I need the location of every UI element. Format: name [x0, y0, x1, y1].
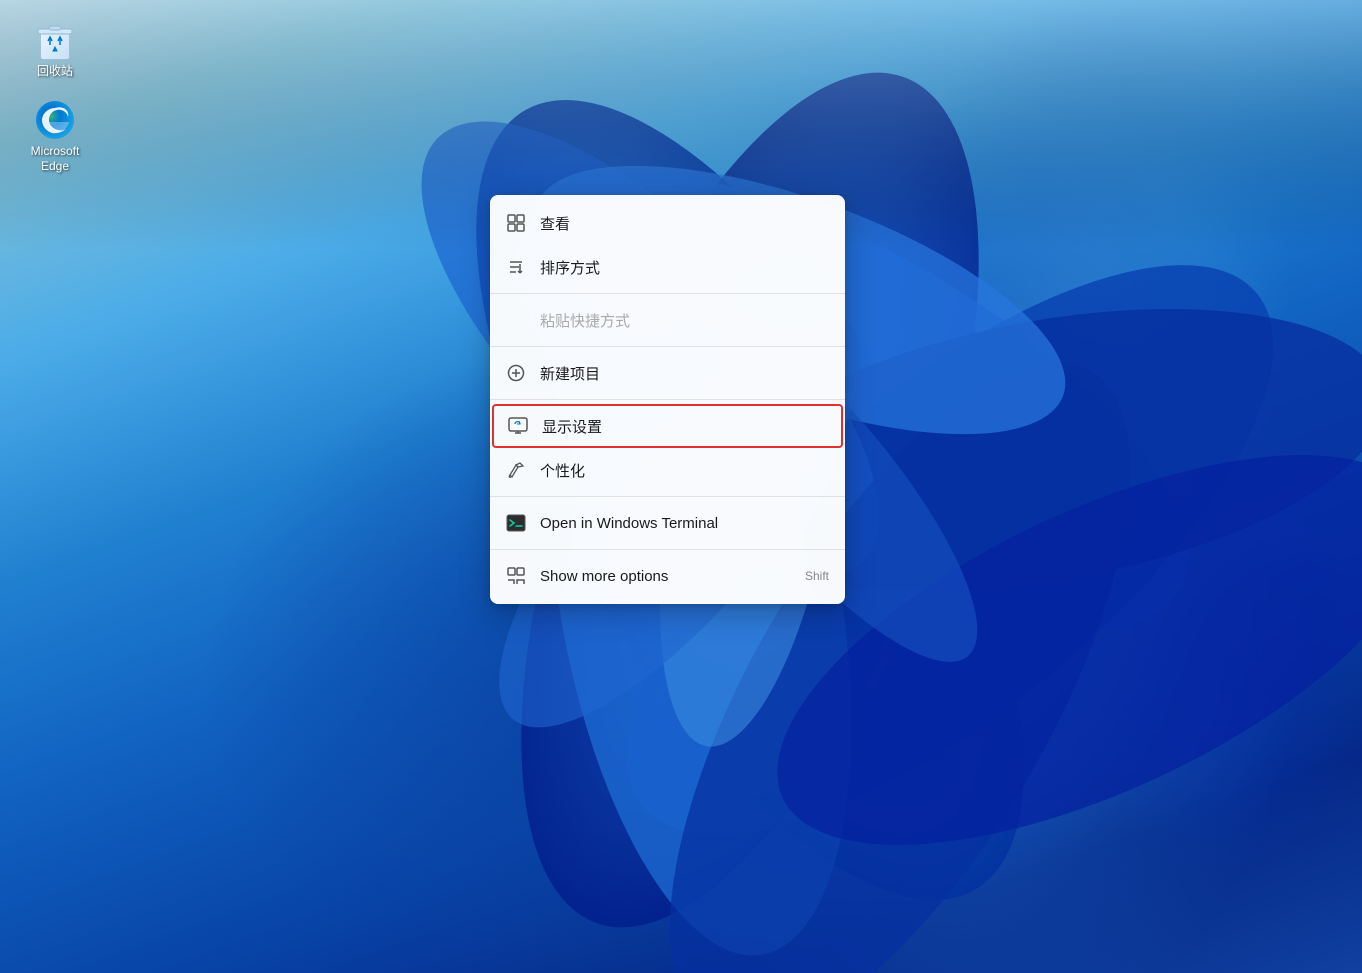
- edge-label: Microsoft Edge: [15, 144, 95, 175]
- paste-icon: [506, 310, 526, 330]
- menu-item-sort[interactable]: 排序方式: [490, 245, 845, 289]
- sort-icon: [506, 257, 526, 277]
- recycle-bin-image: [35, 20, 75, 60]
- menu-more-shortcut: Shift: [805, 569, 829, 583]
- edge-icon[interactable]: Microsoft Edge: [15, 100, 95, 175]
- recycle-bin-icon[interactable]: 回收站: [15, 20, 95, 80]
- menu-more-label: Show more options: [540, 568, 791, 585]
- menu-new-label: 新建项目: [540, 363, 829, 384]
- desktop-icon-area: 回收站 Microsoft Edge: [0, 0, 110, 215]
- menu-sort-label: 排序方式: [540, 257, 829, 278]
- terminal-icon: [506, 513, 526, 533]
- menu-item-paste-shortcut[interactable]: 粘贴快捷方式: [490, 298, 845, 342]
- context-menu: 查看 排序方式 粘贴快捷方式 新建项目: [490, 195, 845, 604]
- menu-view-label: 查看: [540, 213, 829, 234]
- expand-icon: [506, 566, 526, 586]
- menu-divider-2: [490, 346, 845, 347]
- menu-divider-5: [490, 549, 845, 550]
- menu-item-new[interactable]: 新建项目: [490, 351, 845, 395]
- menu-item-view[interactable]: 查看: [490, 201, 845, 245]
- menu-divider-4: [490, 496, 845, 497]
- menu-divider-3: [490, 399, 845, 400]
- menu-item-display[interactable]: 显示设置: [492, 404, 843, 448]
- menu-personalize-label: 个性化: [540, 460, 829, 481]
- grid-icon: [506, 213, 526, 233]
- paint-icon: [506, 460, 526, 480]
- menu-paste-label: 粘贴快捷方式: [540, 310, 829, 331]
- plus-circle-icon: [506, 363, 526, 383]
- display-icon: [508, 416, 528, 436]
- menu-terminal-label: Open in Windows Terminal: [540, 515, 829, 532]
- edge-image: [35, 100, 75, 140]
- menu-divider-1: [490, 293, 845, 294]
- menu-item-personalize[interactable]: 个性化: [490, 448, 845, 492]
- menu-item-terminal[interactable]: Open in Windows Terminal: [490, 501, 845, 545]
- menu-display-label: 显示设置: [542, 416, 827, 437]
- menu-item-more-options[interactable]: Show more options Shift: [490, 554, 845, 598]
- recycle-bin-label: 回收站: [37, 64, 73, 80]
